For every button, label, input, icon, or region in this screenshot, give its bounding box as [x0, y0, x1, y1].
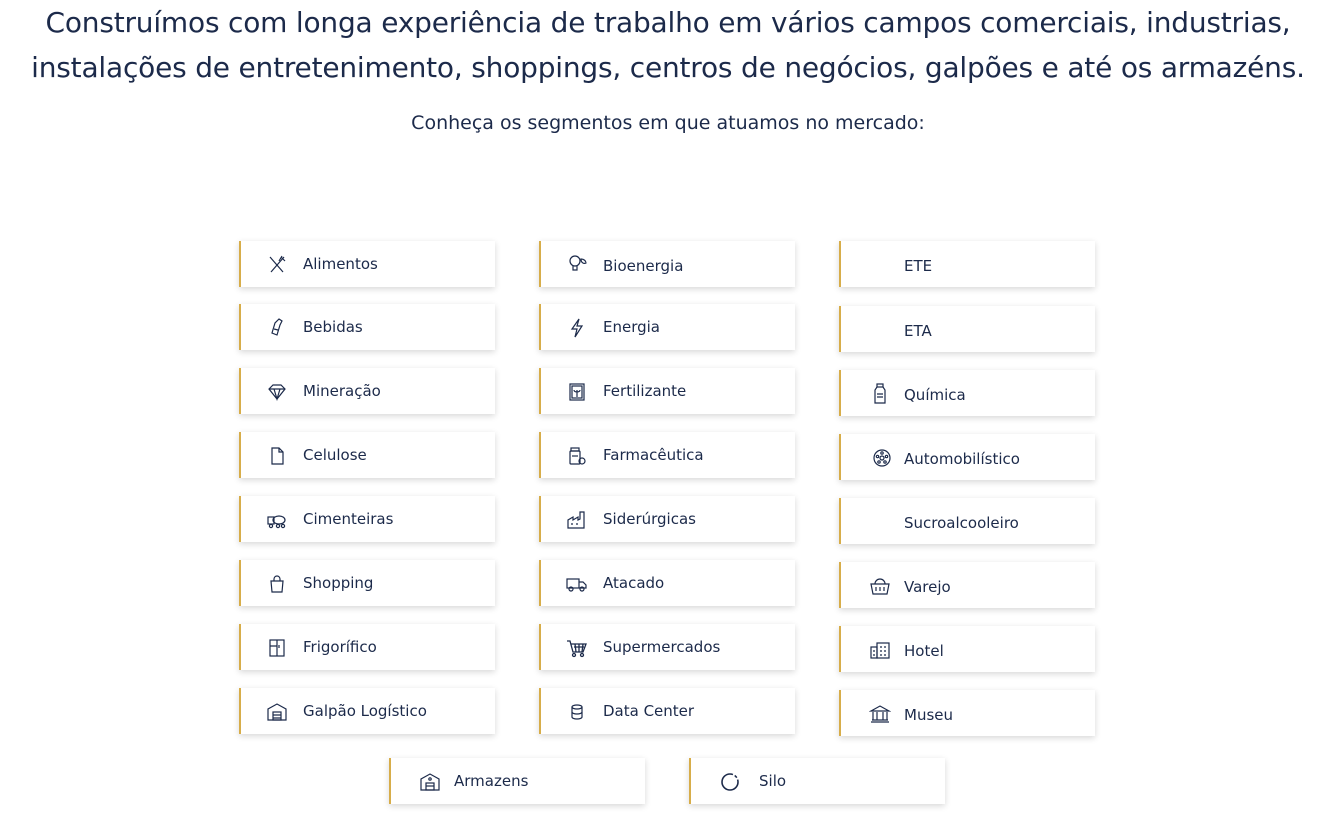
segment-card-sucroalcooleiro[interactable]: Sucroalcooleiro [839, 498, 1095, 544]
segment-label: ETA [904, 322, 932, 340]
segment-label: Silo [759, 772, 787, 790]
segment-label: Farmacêutica [603, 446, 704, 464]
segment-label: Sucroalcooleiro [904, 514, 1019, 532]
segment-card-varejo[interactable]: Varejo [839, 562, 1095, 608]
database-icon [566, 701, 588, 723]
segment-label: Bioenergia [603, 257, 684, 275]
segment-card-mineracao[interactable]: Mineração [239, 368, 495, 414]
segment-card-farmaceutica[interactable]: Farmacêutica [539, 432, 795, 478]
segment-card-bioenergia[interactable]: Bioenergia [539, 241, 795, 287]
loading-circle-icon [719, 771, 741, 793]
diamond-icon [266, 381, 288, 403]
warehouse-icon [266, 701, 288, 723]
segment-card-armazens[interactable]: Armazens [389, 758, 645, 804]
utensils-icon [266, 254, 288, 276]
delivery-truck-icon [566, 573, 588, 595]
segment-label: Mineração [303, 382, 381, 400]
hotel-building-icon [869, 639, 891, 661]
headline-line-2: instalações de entretenimento, shoppings… [31, 51, 1305, 84]
segment-label: Siderúrgicas [603, 510, 696, 528]
segment-card-data-center[interactable]: Data Center [539, 688, 795, 734]
factory-icon [566, 509, 588, 531]
segment-card-hotel[interactable]: Hotel [839, 626, 1095, 672]
segment-label: Fertilizante [603, 382, 687, 400]
segment-card-siderurgicas[interactable]: Siderúrgicas [539, 496, 795, 542]
shopping-cart-icon [566, 637, 588, 659]
segment-card-cimenteiras[interactable]: Cimenteiras [239, 496, 495, 542]
segment-label: Armazens [454, 772, 529, 790]
segment-label: Frigorífico [303, 638, 377, 656]
segment-card-ete[interactable]: ETE [839, 241, 1095, 287]
storage-building-icon [419, 771, 441, 793]
intro-headline: Construímos com longa experiência de tra… [0, 0, 1336, 90]
segment-label: Alimentos [303, 255, 378, 273]
segment-card-quimica[interactable]: Química [839, 370, 1095, 416]
segment-label: Galpão Logístico [303, 702, 427, 720]
cement-truck-icon [266, 509, 288, 531]
segment-card-automobilistico[interactable]: Automobilístico [839, 434, 1095, 480]
segment-label: Shopping [303, 574, 374, 592]
intro-subtitle: Conheça os segmentos em que atuamos no m… [411, 112, 925, 134]
segment-card-bebidas[interactable]: Bebidas [239, 304, 495, 350]
lightning-icon [566, 317, 588, 339]
segment-label: Atacado [603, 574, 665, 592]
chemical-bottle-icon [869, 383, 891, 405]
basket-icon [869, 575, 891, 597]
bio-bulb-icon [566, 253, 588, 275]
segment-card-frigorifico[interactable]: Frigorífico [239, 624, 495, 670]
segment-label: Hotel [904, 642, 944, 660]
segment-card-supermercados[interactable]: Supermercados [539, 624, 795, 670]
segment-label: Supermercados [603, 638, 721, 656]
segment-card-alimentos[interactable]: Alimentos [239, 241, 495, 287]
museum-icon [869, 703, 891, 725]
segment-label: Energia [603, 318, 660, 336]
fridge-icon [266, 637, 288, 659]
segment-label: Celulose [303, 446, 367, 464]
segment-label: Bebidas [303, 318, 363, 336]
segment-card-galpao-logistico[interactable]: Galpão Logístico [239, 688, 495, 734]
headline-line-1: Construímos com longa experiência de tra… [45, 6, 1291, 39]
segment-card-eta[interactable]: ETA [839, 306, 1095, 352]
segment-label: Museu [904, 706, 953, 724]
plant-box-icon [566, 381, 588, 403]
segment-label: Química [904, 386, 966, 404]
segment-card-celulose[interactable]: Celulose [239, 432, 495, 478]
segment-label: Varejo [904, 578, 951, 596]
document-icon [266, 445, 288, 467]
segment-card-shopping[interactable]: Shopping [239, 560, 495, 606]
segment-label: Automobilístico [904, 450, 1020, 468]
segment-card-energia[interactable]: Energia [539, 304, 795, 350]
bottle-icon [266, 317, 288, 339]
segment-label: ETE [904, 257, 933, 275]
segment-label: Data Center [603, 702, 695, 720]
segment-card-atacado[interactable]: Atacado [539, 560, 795, 606]
segment-card-museu[interactable]: Museu [839, 690, 1095, 736]
pill-bottle-icon [566, 445, 588, 467]
segment-card-silo[interactable]: Silo [689, 758, 945, 804]
segment-card-fertilizante[interactable]: Fertilizante [539, 368, 795, 414]
wheel-icon [871, 447, 893, 469]
shopping-bag-icon [266, 573, 288, 595]
segment-label: Cimenteiras [303, 510, 394, 528]
